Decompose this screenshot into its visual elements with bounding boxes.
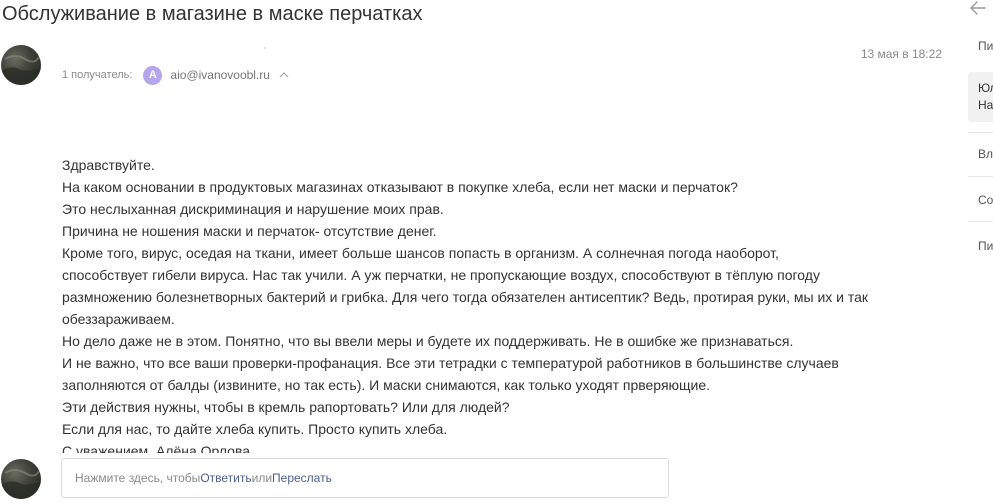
body-line: Кроме того, вирус, оседая на ткани, имее… <box>62 245 779 261</box>
right-panel-item[interactable]: Пи <box>978 239 993 253</box>
email-date: 13 мая в 18:22 <box>860 47 942 61</box>
recipient-avatar: A <box>143 65 163 85</box>
sender-avatar[interactable] <box>1 45 41 85</box>
forward-link[interactable]: Переслать <box>272 471 332 485</box>
right-panel-selected-line: На <box>978 98 993 112</box>
body-line: Здравствуйте. <box>62 157 155 173</box>
right-panel-item[interactable]: Вл <box>978 147 993 161</box>
right-panel-selected-item[interactable]: Юл На <box>968 72 993 122</box>
recipients-label: 1 получатель: <box>62 69 133 81</box>
body-line: Но дело даже не в этом. Понятно, что вы … <box>62 333 794 349</box>
chevron-up-icon[interactable] <box>278 70 290 80</box>
right-panel: Пи Юл На Вл Со Пи <box>968 0 993 504</box>
body-line: На каком основании в продуктовых магазин… <box>62 179 738 195</box>
user-avatar <box>1 459 41 499</box>
body-line: обеззараживаем. <box>62 311 175 327</box>
body-line: Это неслыханная дискриминация и нарушени… <box>62 201 444 217</box>
recipient-email[interactable]: aio@ivanovoobl.ru <box>170 68 270 82</box>
recipients-row: 1 получатель: A aio@ivanovoobl.ru <box>62 63 290 87</box>
email-body: Здравствуйте. На каком основании в проду… <box>0 150 960 453</box>
right-panel-item[interactable]: Со <box>978 193 993 207</box>
body-line: Если для нас, то дайте хлеба купить. Про… <box>62 421 448 437</box>
body-line: Причина не ношения маски и перчаток- отс… <box>62 223 437 239</box>
right-panel-item[interactable]: Пи <box>978 39 993 53</box>
divider <box>968 176 993 177</box>
reply-or: или <box>251 471 273 485</box>
divider <box>968 132 993 133</box>
divider <box>968 221 993 222</box>
email-subject: Обслуживание в магазине в маске перчатка… <box>2 3 423 25</box>
body-line: И не важно, что все ваши проверки-профан… <box>62 355 839 371</box>
right-panel-selected-line: Юл <box>978 81 993 95</box>
reply-prompt: Нажмите здесь, чтобы <box>75 471 201 485</box>
reply-link[interactable]: Ответить <box>200 471 251 485</box>
body-line: способствует гибели вируса. Нас так учил… <box>62 267 820 283</box>
quick-reply-box[interactable]: Нажмите здесь, чтобы Ответить или Пересл… <box>61 458 669 498</box>
body-line: С уважением, Алёна Орлова <box>62 443 251 453</box>
body-line: размножению болезнетворных бактерий и гр… <box>62 289 869 305</box>
body-line: Эти действия нужны, чтобы в кремль рапор… <box>62 399 510 415</box>
sender-name-placeholder <box>264 47 266 49</box>
body-line: заполняются от балды (извините, но так е… <box>62 377 711 393</box>
